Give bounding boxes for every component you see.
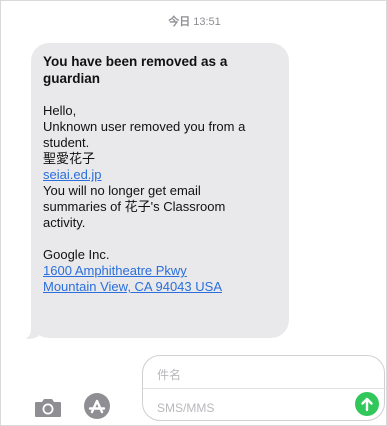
incoming-message-bubble[interactable]: You have been removed as a guardian Hell… bbox=[31, 43, 289, 338]
student-name: 聖愛花子 bbox=[43, 151, 96, 166]
message-text-line: Unknown user removed you from a bbox=[43, 119, 246, 134]
message-timestamp: 今日 13:51 bbox=[1, 13, 386, 29]
field-divider bbox=[143, 388, 386, 389]
message-input-box[interactable]: 件名 SMS/MMS bbox=[142, 355, 386, 421]
message-title-line: guardian bbox=[43, 71, 101, 86]
domain-link[interactable]: seiai.ed.jp bbox=[43, 167, 277, 183]
message-composer: 件名 SMS/MMS bbox=[1, 349, 386, 425]
timestamp-day: 今日 bbox=[168, 16, 191, 28]
send-arrow-icon bbox=[361, 397, 373, 412]
message-text-line: summaries of 花子's Classroom bbox=[43, 199, 226, 214]
subject-field[interactable]: 件名 bbox=[157, 366, 181, 383]
address-line[interactable]: Mountain View, CA 94043 USA bbox=[43, 279, 277, 295]
timestamp-time: 13:51 bbox=[193, 16, 221, 28]
message-text-line: You will no longer get email bbox=[43, 183, 201, 198]
send-button[interactable] bbox=[355, 392, 379, 416]
message-text-line: student. bbox=[43, 135, 90, 150]
message-body-field[interactable]: SMS/MMS bbox=[157, 401, 214, 415]
address-line[interactable]: 1600 Amphitheatre Pkwy bbox=[43, 263, 277, 279]
camera-icon[interactable] bbox=[34, 397, 62, 418]
message-text-line: activity. bbox=[43, 215, 86, 230]
company-name: Google Inc. bbox=[43, 247, 110, 262]
messages-screen: 今日 13:51 You have been removed as a guar… bbox=[0, 0, 387, 426]
message-greeting: Hello, bbox=[43, 103, 77, 118]
message-title-line: You have been removed as a bbox=[43, 54, 228, 69]
app-store-icon[interactable] bbox=[83, 392, 111, 420]
